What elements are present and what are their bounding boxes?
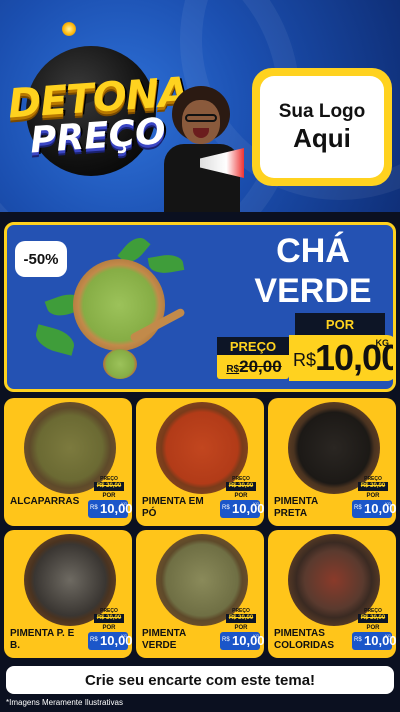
price-unit: KG: [385, 501, 391, 506]
old-price: R$ 20,00: [358, 482, 388, 491]
por-label: POR: [234, 493, 248, 499]
logo-text-line2: Aqui: [293, 122, 351, 153]
por-label: POR: [366, 493, 380, 499]
product-grid: ALCAPARRAS PREÇO R$ 20,00 POR R$ 10,00 K…: [4, 398, 396, 660]
featured-product-name: CHÁ VERDE: [233, 231, 393, 311]
new-price: R$ 10,00 KG: [220, 632, 264, 650]
price-unit: KG: [121, 633, 127, 638]
product-name: PIMENTAS COLORIDAS: [274, 628, 334, 651]
product-card[interactable]: PIMENTA P. E B. PREÇO R$ 20,00 POR R$ 10…: [4, 530, 132, 658]
price-tag: PREÇO R$ 20,00 POR R$ 10,00 KG: [88, 608, 132, 652]
price-currency: R$: [354, 637, 362, 643]
disclaimer-footnote: *Imagens Meramente Ilustrativas: [6, 698, 123, 707]
green-tea-bowl-image: [73, 259, 165, 351]
old-price: R$ 20,00: [358, 614, 388, 623]
price-value: 10,00: [100, 501, 132, 516]
new-price: R$ 10,00 KG: [88, 632, 132, 650]
price-value: 10,00: [364, 633, 396, 648]
product-card[interactable]: PIMENTA VERDE PREÇO R$ 20,00 POR R$ 10,0…: [136, 530, 264, 658]
product-card[interactable]: PIMENTA EM PÓ PREÇO R$ 20,00 POR R$ 10,0…: [136, 398, 264, 526]
por-label: POR: [366, 625, 380, 631]
featured-name-line1: CHÁ: [276, 232, 350, 270]
new-price: R$ 10,00 KG: [220, 500, 264, 518]
product-name: PIMENTA VERDE: [142, 628, 186, 651]
old-price-box: PREÇO R$20,00: [217, 337, 289, 379]
leaf-icon: [147, 252, 185, 276]
price-currency: R$: [222, 505, 230, 511]
price-value: 10,00: [364, 501, 396, 516]
spark-icon: [62, 22, 76, 36]
price-tag: PREÇO R$ 20,00 POR R$ 10,00 KG: [352, 608, 396, 652]
product-name: PIMENTA PRETA: [274, 496, 318, 519]
header-banner: DETONA PREÇO Sua Logo Aqui: [0, 0, 400, 212]
product-card[interactable]: ALCAPARRAS PREÇO R$ 20,00 POR R$ 10,00 K…: [4, 398, 132, 526]
green-tea-spoon-image: [103, 349, 137, 379]
price-tag: PREÇO R$ 20,00 POR R$ 10,00 KG: [220, 608, 264, 652]
price-unit: KG: [121, 501, 127, 506]
old-price-currency: R$: [226, 364, 240, 375]
current-price-box: R$ 10,00 KG: [289, 335, 393, 381]
old-price: R$ 20,00: [94, 614, 124, 623]
price-unit: KG: [385, 633, 391, 638]
old-price: R$ 20,00: [226, 482, 256, 491]
por-label: POR: [234, 625, 248, 631]
price-value: 10,00: [232, 633, 264, 648]
price-value: 10,00: [232, 501, 264, 516]
logo-placeholder[interactable]: Sua Logo Aqui: [252, 68, 392, 186]
logo-text-line1: Sua Logo: [278, 100, 366, 122]
product-name: ALCAPARRAS: [10, 496, 80, 507]
old-price-value: 20,00: [239, 357, 282, 376]
featured-name-line2: VERDE: [254, 272, 372, 310]
price-unit: KG: [375, 338, 390, 348]
por-label: POR: [102, 625, 116, 631]
price-value: 10,00: [100, 633, 132, 648]
price-currency: R$: [90, 505, 98, 511]
product-card[interactable]: PIMENTAS COLORIDAS PREÇO R$ 20,00 POR R$…: [268, 530, 396, 658]
price-unit: KG: [253, 501, 259, 506]
price-tag: PREÇO R$ 20,00 POR R$ 10,00 KG: [88, 476, 132, 520]
new-price: R$ 10,00 KG: [88, 500, 132, 518]
por-label: POR: [102, 493, 116, 499]
product-name: PIMENTA P. E B.: [10, 628, 75, 651]
featured-product[interactable]: -50% CHÁ VERDE POR PREÇO R$20,00 R$ 10,0…: [4, 222, 396, 392]
por-label: POR: [295, 313, 385, 335]
price-currency: R$: [222, 637, 230, 643]
price-currency: R$: [293, 350, 317, 370]
product-name: PIMENTA EM PÓ: [142, 496, 204, 519]
price-tag: PREÇO R$ 20,00 POR R$ 10,00 KG: [220, 476, 264, 520]
create-flyer-button[interactable]: Crie seu encarte com este tema!: [6, 666, 394, 694]
old-price: R$ 20,00: [226, 614, 256, 623]
price-currency: R$: [354, 505, 362, 511]
discount-badge: -50%: [15, 241, 67, 277]
new-price: R$ 10,00 KG: [352, 632, 396, 650]
product-card[interactable]: PIMENTA PRETA PREÇO R$ 20,00 POR R$ 10,0…: [268, 398, 396, 526]
old-price: R$20,00: [221, 357, 287, 377]
leaf-icon: [32, 324, 78, 356]
price-currency: R$: [90, 637, 98, 643]
preco-label: PREÇO: [217, 337, 289, 355]
new-price: R$ 10,00 KG: [352, 500, 396, 518]
price-unit: KG: [253, 633, 259, 638]
old-price: R$ 20,00: [94, 482, 124, 491]
person-with-megaphone-image: [160, 86, 250, 212]
price-tag: PREÇO R$ 20,00 POR R$ 10,00 KG: [352, 476, 396, 520]
